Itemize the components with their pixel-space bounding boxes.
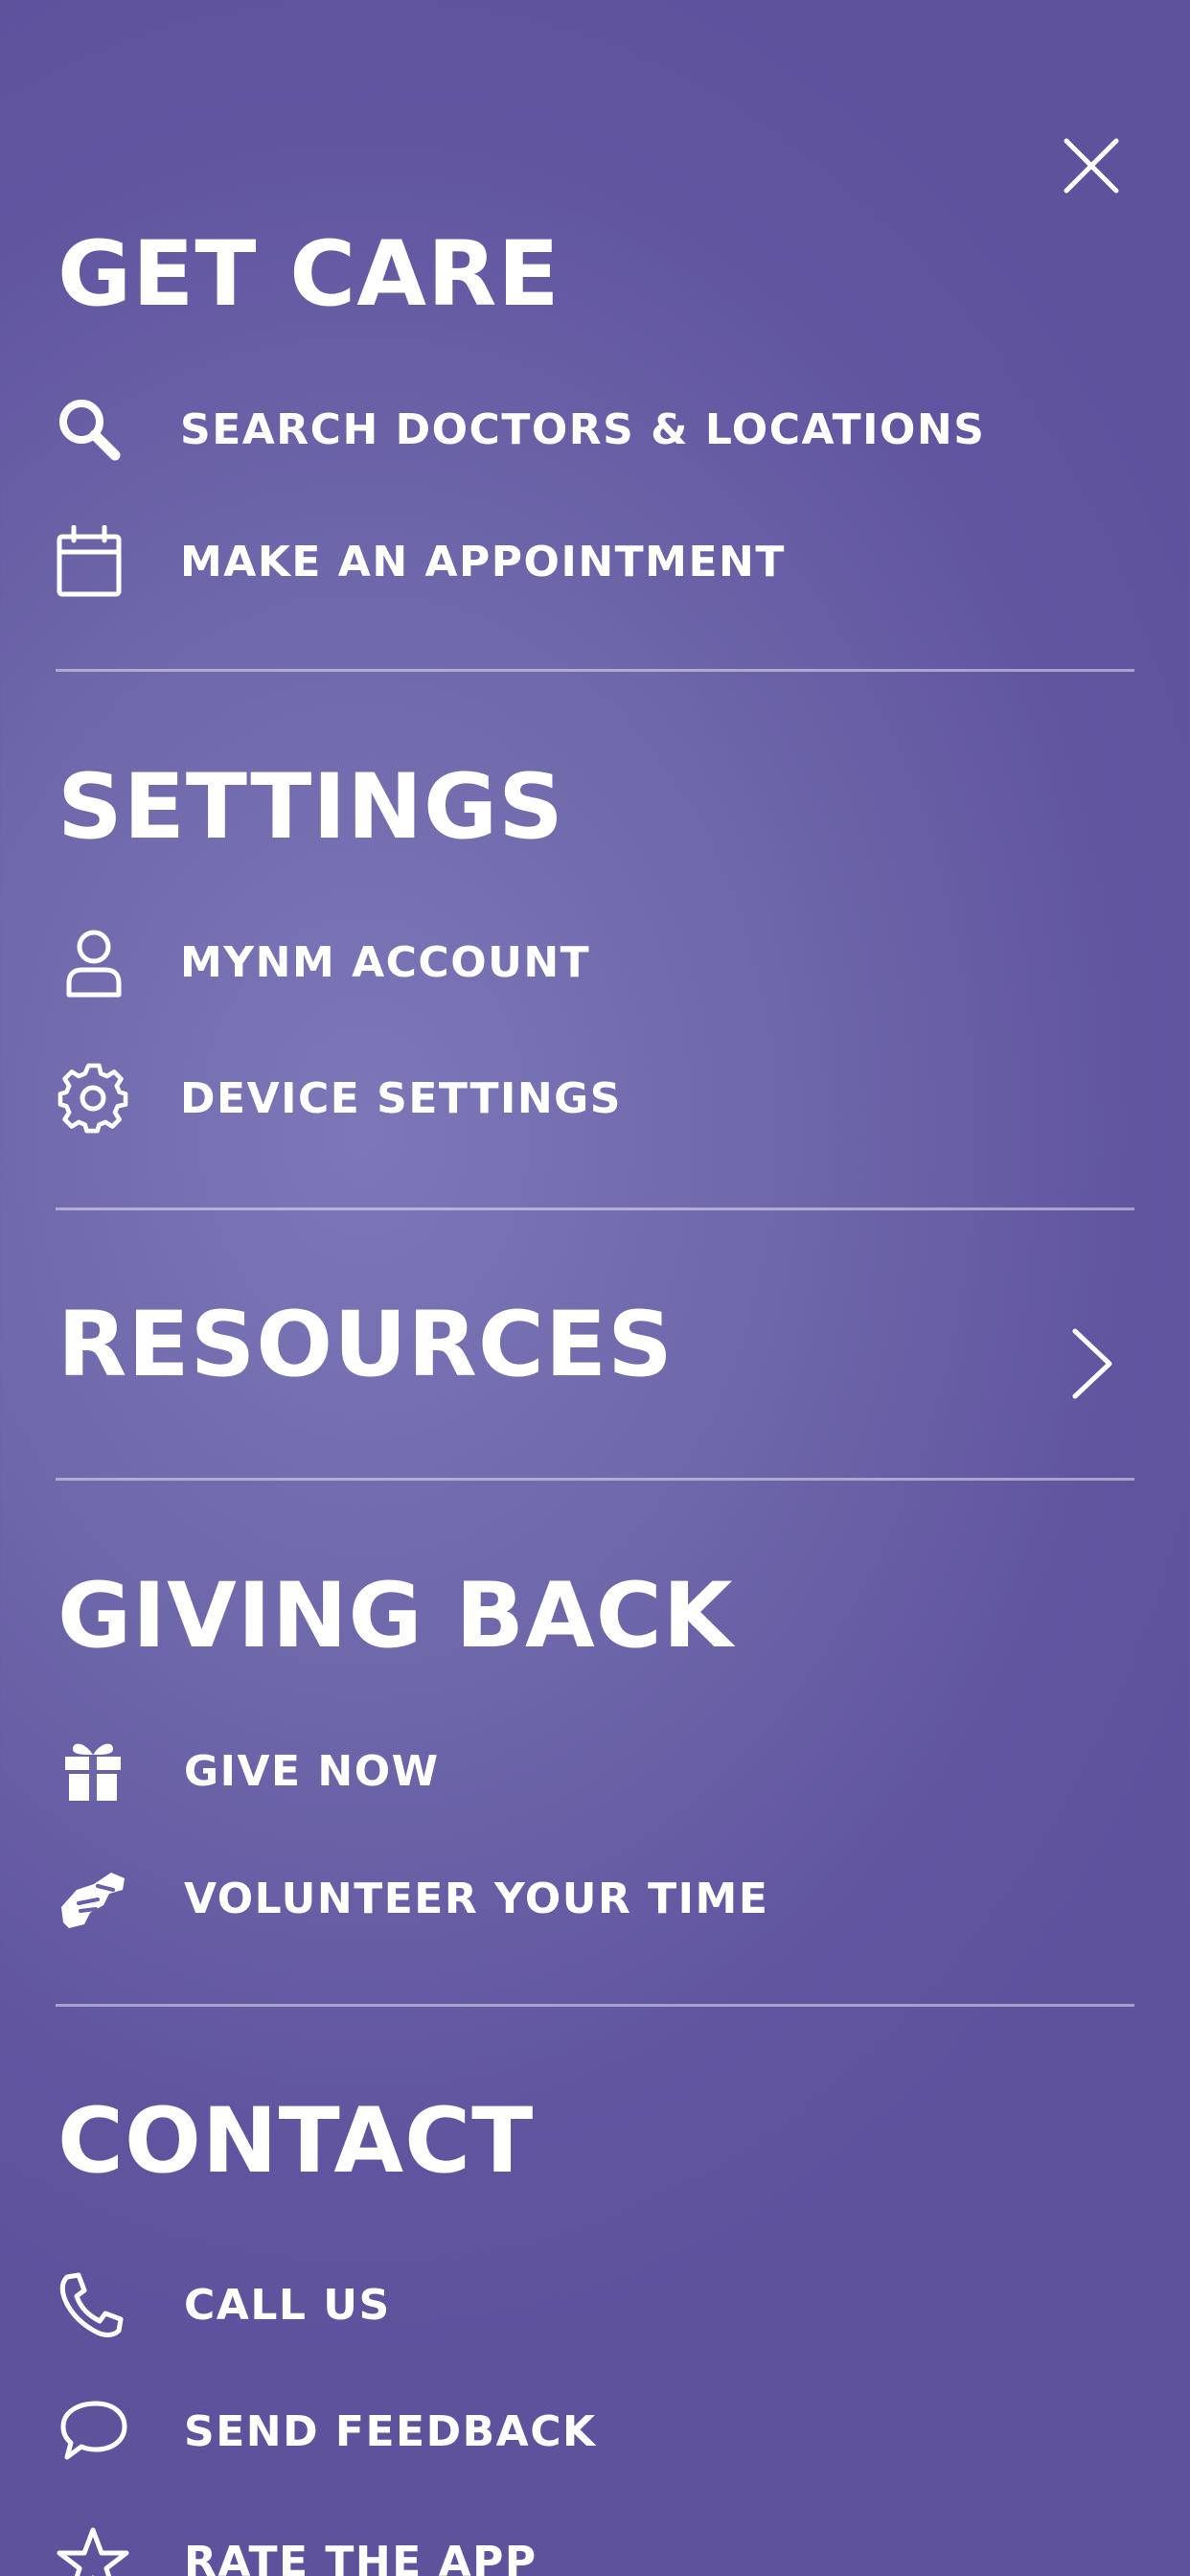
menu-item-rate-the-app[interactable]: RATE THE APP (56, 2518, 1110, 2576)
menu-item-make-appointment[interactable]: MAKE AN APPOINTMENT (56, 518, 1110, 605)
menu-item-label: MAKE AN APPOINTMENT (180, 537, 786, 586)
chat-bubble-icon (56, 2394, 130, 2469)
menu-item-label: RATE THE APP (184, 2537, 538, 2576)
gift-icon (56, 1734, 130, 1808)
menu-item-give-now[interactable]: GIVE NOW (56, 1728, 1110, 1814)
menu-item-label: SEARCH DOCTORS & LOCATIONS (180, 404, 986, 454)
section-title-giving-back: GIVING BACK (57, 1564, 734, 1668)
menu-item-device-settings[interactable]: DEVICE SETTINGS (56, 1055, 1110, 1141)
chevron-right-icon[interactable] (1069, 1327, 1117, 1400)
menu-item-label: GIVE NOW (184, 1746, 440, 1796)
menu-item-volunteer[interactable]: VOLUNTEER YOUR TIME (56, 1855, 1110, 1942)
divider (56, 2004, 1134, 2007)
star-icon (56, 2524, 130, 2576)
divider (56, 1478, 1134, 1481)
menu-item-label: SEND FEEDBACK (184, 2406, 597, 2456)
menu-item-label: MYNM ACCOUNT (180, 937, 591, 987)
close-button[interactable] (1062, 136, 1121, 196)
menu-item-search-doctors[interactable]: SEARCH DOCTORS & LOCATIONS (56, 386, 1110, 472)
section-title-get-care: GET CARE (57, 222, 561, 327)
phone-icon (56, 2267, 130, 2342)
gear-icon (56, 1061, 130, 1136)
handshake-icon (56, 1861, 130, 1936)
divider (56, 1208, 1134, 1210)
menu-item-mynm-account[interactable]: MYNM ACCOUNT (56, 919, 1110, 1005)
menu-item-label: CALL US (184, 2280, 391, 2330)
section-title-resources: RESOURCES (57, 1293, 674, 1397)
menu-item-call-us[interactable]: CALL US (56, 2262, 1110, 2348)
user-icon (56, 925, 130, 1000)
close-icon (1064, 138, 1119, 194)
search-icon (56, 392, 130, 467)
divider (56, 669, 1134, 672)
calendar-icon (56, 524, 130, 599)
menu-item-label: VOLUNTEER YOUR TIME (184, 1874, 769, 1923)
section-title-contact: CONTACT (57, 2089, 535, 2194)
menu-item-send-feedback[interactable]: SEND FEEDBACK (56, 2388, 1110, 2474)
menu-item-label: DEVICE SETTINGS (180, 1073, 622, 1123)
section-title-settings: SETTINGS (57, 755, 564, 860)
